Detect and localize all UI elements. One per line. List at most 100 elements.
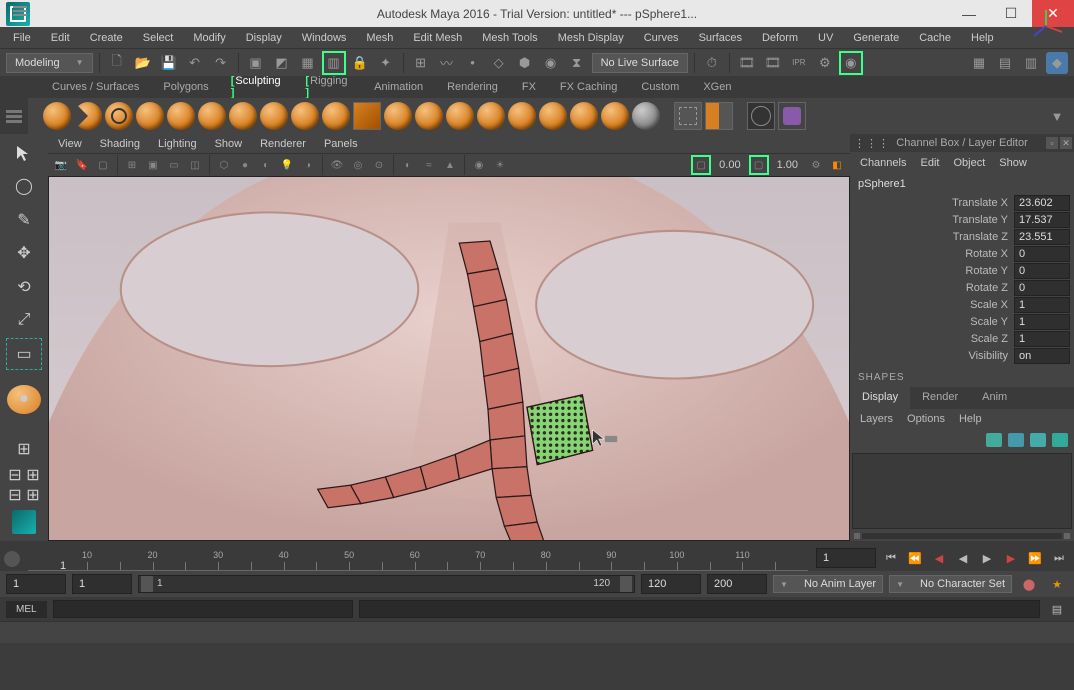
range-start-input[interactable]: 1 [6, 574, 66, 594]
vp-lights-button[interactable]: 💡 [278, 156, 296, 174]
sculpt-tool-10[interactable] [322, 102, 350, 130]
shelf-menu-button[interactable] [6, 0, 34, 22]
vp-menu-lighting[interactable]: Lighting [158, 138, 197, 150]
last-tool[interactable]: ▭ [7, 339, 41, 369]
layout-option-4[interactable]: ⊞ [25, 487, 41, 503]
vp-ao-button[interactable]: ◐ [399, 156, 417, 174]
sculpt-tool-19[interactable] [601, 102, 629, 130]
layer-menu-options[interactable]: Options [907, 413, 945, 425]
maya-home-button[interactable] [7, 507, 41, 537]
current-frame-input[interactable]: 1 [816, 548, 876, 568]
menu-create[interactable]: Create [81, 30, 132, 46]
vp-color-mgmt-button[interactable]: ◧ [828, 156, 846, 174]
vp-exposure-button[interactable]: ☀ [491, 156, 509, 174]
go-to-end-button[interactable]: ⏭ [1048, 548, 1070, 568]
sculpt-tool-6[interactable] [198, 102, 226, 130]
script-editor-button[interactable]: ▤ [1046, 599, 1068, 619]
vp-joints-button[interactable]: ⊙ [370, 156, 388, 174]
snap-symmetry-button[interactable]: ⧗ [566, 52, 588, 74]
layer-tab-display[interactable]: Display [850, 387, 910, 409]
sculpt-mirror-button[interactable] [705, 102, 733, 130]
cb-menu-channels[interactable]: Channels [860, 157, 906, 169]
move-tool[interactable]: ✥ [7, 239, 41, 269]
shelf-tab-xgen[interactable]: XGen [691, 78, 743, 96]
channel-label[interactable]: Rotate X [854, 248, 1014, 260]
live-surface-dropdown[interactable]: No Live Surface [592, 53, 688, 73]
channel-value-input[interactable]: 23.602 [1014, 195, 1070, 211]
channel-value-input[interactable]: 23.551 [1014, 229, 1070, 245]
char-set-dropdown[interactable]: ▼No Character Set [889, 575, 1012, 593]
vp-film-gate-button[interactable]: ▣ [144, 156, 162, 174]
shapes-section-header[interactable]: SHAPES [850, 368, 1074, 387]
go-to-start-button[interactable]: ⏮ [880, 548, 902, 568]
history-toggle-button[interactable]: ⏱ [701, 52, 723, 74]
sculpt-tool-5[interactable] [167, 102, 195, 130]
render-settings-button[interactable]: ⚙ [814, 52, 836, 74]
menu-display[interactable]: Display [237, 30, 291, 46]
highlight-selection-button[interactable]: ✦ [375, 52, 397, 74]
cb-menu-object[interactable]: Object [953, 157, 985, 169]
snap-curve-button[interactable]: 〰 [436, 52, 458, 74]
channel-label[interactable]: Translate Z [854, 231, 1014, 243]
sculpt-tool-4[interactable] [136, 102, 164, 130]
render-view-button[interactable]: ◉ [840, 52, 862, 74]
vp-settings-button[interactable]: ⚙ [807, 156, 825, 174]
scale-tool[interactable]: ⤢ [7, 306, 41, 336]
shelf-tab-custom[interactable]: Custom [629, 78, 691, 96]
channel-value-input[interactable]: on [1014, 348, 1070, 364]
menu-modify[interactable]: Modify [184, 30, 234, 46]
sculpt-tool-3[interactable] [105, 102, 133, 130]
scroll-right-button[interactable] [1064, 533, 1070, 539]
channel-label[interactable]: Visibility [854, 350, 1014, 362]
rotate-tool[interactable]: ⟲ [7, 272, 41, 302]
channel-label[interactable]: Translate X [854, 197, 1014, 209]
sculpt-tool-13[interactable] [415, 102, 443, 130]
sculpt-target-button[interactable] [674, 102, 702, 130]
workspace-dropdown[interactable]: Modeling ▼ [6, 53, 93, 73]
select-by-object-button[interactable]: ▣ [245, 52, 267, 74]
layout-option-2[interactable]: ⊞ [25, 467, 41, 483]
ipr-render-button[interactable]: IPR [788, 52, 810, 74]
panel-layout-button-2[interactable]: ▤ [994, 52, 1016, 74]
vp-isolate-button[interactable]: 👁 [328, 156, 346, 174]
shelf-tab-fx[interactable]: FX [510, 78, 548, 96]
lock-selection-button[interactable]: 🔒 [349, 52, 371, 74]
four-pane-layout[interactable]: ⊞ [7, 434, 41, 464]
vp-gamma-b-button[interactable]: ▢ [750, 156, 768, 174]
menu-windows[interactable]: Windows [293, 30, 356, 46]
vp-gamma-a-button[interactable]: ▢ [692, 156, 710, 174]
layer-list[interactable] [852, 453, 1072, 529]
sidebar-toggle-button[interactable]: ◆ [1046, 52, 1068, 74]
vp-menu-view[interactable]: View [58, 138, 82, 150]
cb-menu-show[interactable]: Show [999, 157, 1027, 169]
shelf-tab-curves-surfaces[interactable]: Curves / Surfaces [40, 78, 151, 96]
channel-value-input[interactable]: 1 [1014, 331, 1070, 347]
vp-aa-button[interactable]: ▲ [441, 156, 459, 174]
vp-motion-blur-button[interactable]: ≈ [420, 156, 438, 174]
channel-label[interactable]: Translate Y [854, 214, 1014, 226]
vp-gate-mask-button[interactable]: ◫ [186, 156, 204, 174]
menu-select[interactable]: Select [134, 30, 183, 46]
sculpt-tool-9[interactable] [291, 102, 319, 130]
layout-option-3[interactable]: ⊟ [7, 487, 23, 503]
vp-xray-button[interactable]: ◎ [349, 156, 367, 174]
render-frame-button[interactable]: 🎞 [736, 52, 758, 74]
vp-textured-button[interactable]: ◐ [257, 156, 275, 174]
vp-menu-shading[interactable]: Shading [100, 138, 140, 150]
time-slider[interactable]: 1 102030405060708090100110 1 ⏮ ⏪ ◀ ◀ ▶ ▶… [0, 541, 1074, 571]
scrollbar-track[interactable] [862, 533, 1062, 539]
snap-view-button[interactable]: ◉ [540, 52, 562, 74]
step-back-key-button[interactable]: ⏪ [904, 548, 926, 568]
layer-tab-anim[interactable]: Anim [970, 387, 1019, 409]
single-pane-layout[interactable]: ● [7, 385, 41, 415]
undo-button[interactable]: ↶ [184, 52, 206, 74]
vp-dof-button[interactable]: ◉ [470, 156, 488, 174]
panel-layout-button-1[interactable]: ▦ [968, 52, 990, 74]
command-language-label[interactable]: MEL [6, 601, 47, 618]
timeline-audio-button[interactable] [4, 551, 20, 567]
channel-value-input[interactable]: 0 [1014, 263, 1070, 279]
3d-viewport[interactable] [48, 176, 850, 541]
layer-icon-1[interactable] [986, 433, 1002, 447]
drag-handle-icon[interactable]: ⋮⋮⋮ [854, 137, 890, 150]
range-inner-end-input[interactable]: 120 [641, 574, 701, 594]
